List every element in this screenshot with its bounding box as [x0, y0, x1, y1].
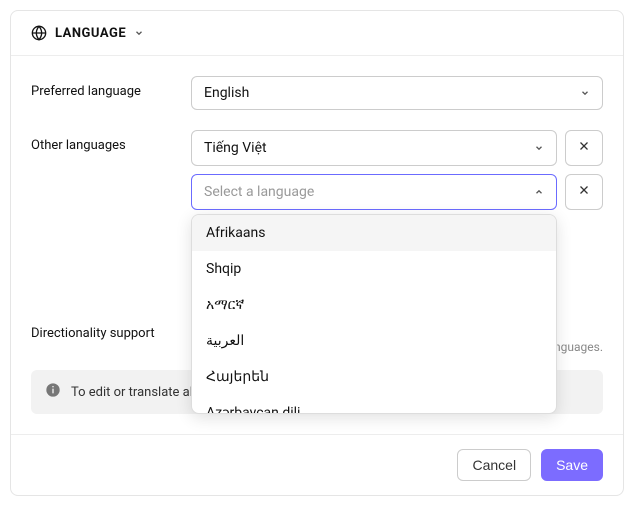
- preferred-language-value: English: [204, 85, 249, 101]
- language-panel: LANGUAGE Preferred language English Othe…: [10, 10, 624, 496]
- remove-language-button-0[interactable]: [565, 130, 603, 166]
- language-option[interactable]: العربية: [192, 323, 556, 359]
- language-option[interactable]: Shqip: [192, 251, 556, 287]
- preferred-language-label: Preferred language: [31, 76, 191, 99]
- directionality-label: Directionality support: [31, 318, 191, 341]
- remove-language-button-picker[interactable]: [565, 174, 603, 210]
- close-icon: [578, 140, 590, 156]
- close-icon: [578, 184, 590, 200]
- chevron-up-icon: [534, 187, 544, 197]
- language-option[interactable]: አማርኛ: [192, 287, 556, 323]
- directionality-hint-clipped: nguages.: [554, 340, 603, 354]
- other-language-item: Tiếng Việt: [191, 130, 603, 166]
- info-icon: [45, 382, 61, 402]
- other-languages-label: Other languages: [31, 130, 191, 153]
- globe-icon: [31, 25, 47, 41]
- preferred-language-select[interactable]: English: [191, 76, 603, 110]
- other-languages-row: Other languages Tiếng Việt: [31, 130, 603, 218]
- other-language-picker[interactable]: Select a language: [191, 174, 557, 210]
- language-option[interactable]: Afrikaans: [192, 215, 556, 251]
- chevron-down-icon: [534, 143, 544, 153]
- other-language-picker-row: Select a language Afrikaans Shqip አማር: [191, 174, 603, 210]
- language-dropdown: Afrikaans Shqip አማርኛ العربية Հայերեն Azə…: [191, 214, 557, 414]
- section-header[interactable]: LANGUAGE: [11, 11, 623, 56]
- language-option[interactable]: Հայերեն: [192, 359, 556, 395]
- other-language-value-0: Tiếng Việt: [204, 140, 267, 156]
- other-language-select-0[interactable]: Tiếng Việt: [191, 130, 557, 166]
- cancel-button[interactable]: Cancel: [457, 449, 531, 481]
- preferred-language-row: Preferred language English: [31, 76, 603, 110]
- section-body: Preferred language English Other languag…: [11, 56, 623, 434]
- footer: Cancel Save: [11, 434, 623, 495]
- save-button[interactable]: Save: [541, 449, 603, 481]
- other-language-picker-placeholder: Select a language: [204, 184, 314, 200]
- section-title: LANGUAGE: [55, 26, 126, 41]
- chevron-down-icon: [134, 28, 144, 38]
- chevron-down-icon: [580, 88, 590, 98]
- language-option[interactable]: Azərbaycan dili: [192, 395, 556, 414]
